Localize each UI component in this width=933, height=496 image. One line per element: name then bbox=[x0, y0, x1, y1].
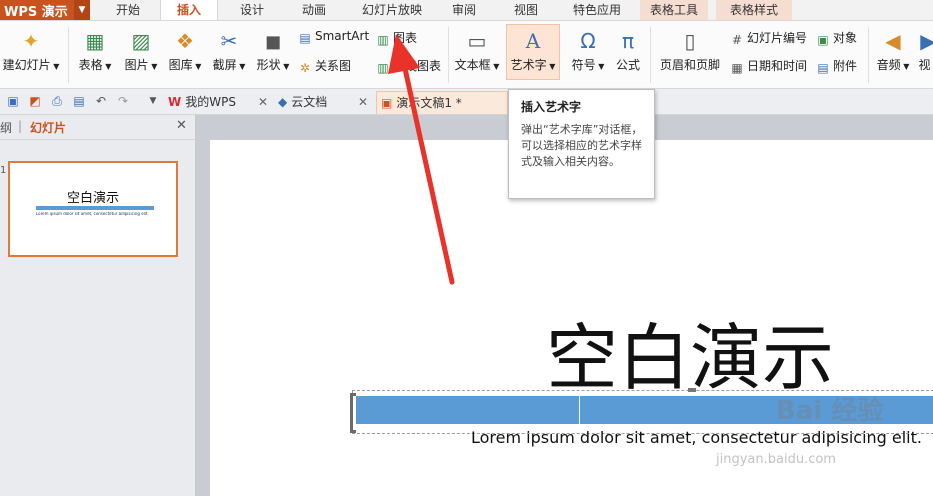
arrow-shaft bbox=[401, 61, 455, 285]
annotation-arrow bbox=[388, 34, 455, 285]
arrow-head bbox=[388, 34, 420, 74]
